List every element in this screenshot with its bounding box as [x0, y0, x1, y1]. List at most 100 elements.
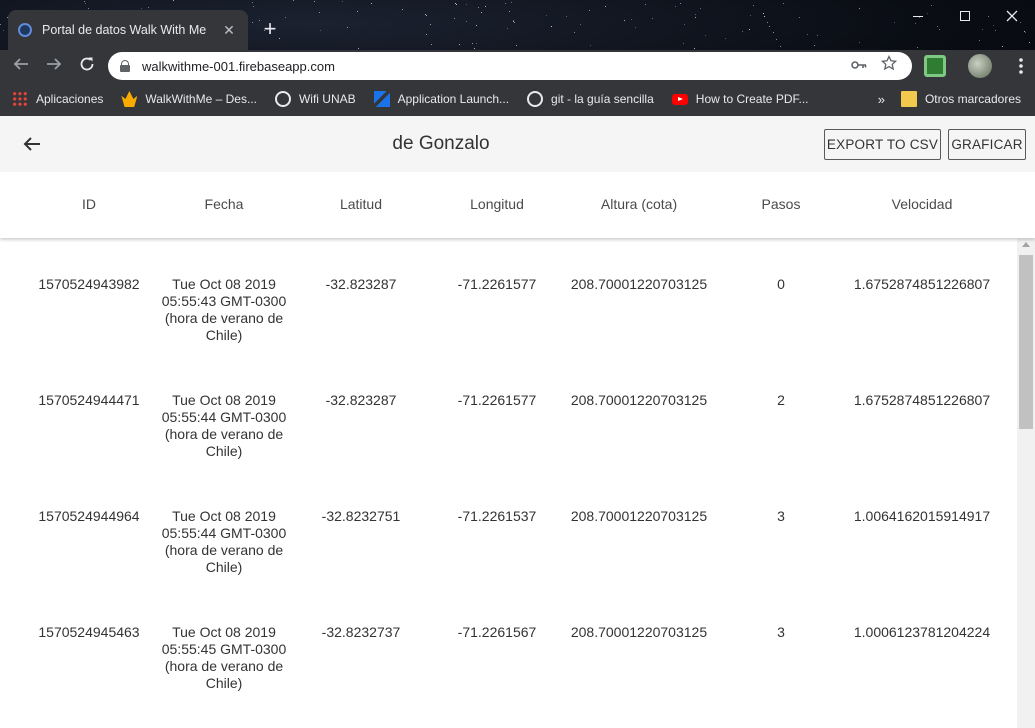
- star-decoration: [431, 44, 432, 45]
- star-decoration: [507, 28, 508, 29]
- graph-button[interactable]: GRAFICAR: [948, 129, 1026, 160]
- bookmark-item[interactable]: WalkWithMe – Des...: [121, 91, 257, 107]
- youtube-icon: [671, 93, 688, 105]
- bookmark-item[interactable]: Wifi UNAB: [274, 91, 356, 107]
- browser-reload-button[interactable]: [75, 54, 99, 78]
- cell-velocidad: 1.6752874851226807: [853, 392, 991, 408]
- cell-latitud: -32.8232751: [321, 508, 401, 524]
- window-close-button[interactable]: [990, 4, 1034, 28]
- star-decoration: [859, 8, 860, 9]
- star-icon[interactable]: [878, 54, 900, 77]
- maximize-icon: [960, 11, 970, 21]
- star-decoration: [580, 24, 581, 25]
- star-decoration: [1029, 42, 1030, 43]
- lock-icon: [120, 60, 130, 72]
- star-decoration: [750, 15, 751, 16]
- star-decoration: [0, 24, 1, 25]
- scrollbar-thumb[interactable]: [1019, 255, 1033, 429]
- star-decoration: [817, 35, 818, 36]
- column-header-fecha: Fecha: [204, 196, 244, 212]
- bookmark-item[interactable]: Aplicaciones: [12, 91, 103, 107]
- star-decoration: [173, 0, 174, 1]
- star-decoration: [635, 27, 636, 28]
- star-decoration: [814, 45, 815, 46]
- star-decoration: [566, 16, 567, 17]
- tab-close-icon[interactable]: ✕: [220, 21, 238, 39]
- cell-id: 1570524945463: [38, 624, 140, 640]
- new-tab-button[interactable]: +: [258, 18, 282, 42]
- star-decoration: [425, 14, 426, 15]
- cell-velocidad: 1.0064162015914917: [853, 508, 991, 524]
- browser-back-button[interactable]: [9, 54, 33, 78]
- bookmark-label: Application Launch...: [397, 92, 510, 106]
- star-decoration: [589, 10, 590, 11]
- vertical-scrollbar[interactable]: [1017, 238, 1035, 728]
- window-maximize-button[interactable]: [943, 4, 987, 28]
- browser-forward-button[interactable]: [42, 54, 66, 78]
- cell-pasos: 3: [777, 508, 785, 524]
- star-decoration: [476, 43, 477, 44]
- star-decoration: [347, 27, 348, 28]
- star-decoration: [1025, 32, 1026, 33]
- star-decoration: [516, 45, 517, 46]
- export-csv-button[interactable]: EXPORT TO CSV: [824, 129, 941, 160]
- address-bar[interactable]: walkwithme-001.firebaseapp.com: [108, 52, 912, 80]
- profile-avatar-icon[interactable]: [968, 54, 992, 78]
- star-decoration: [358, 48, 359, 49]
- star-decoration: [645, 4, 646, 5]
- bookmark-label: How to Create PDF...: [695, 92, 809, 106]
- other-bookmarks-folder[interactable]: Otros marcadores: [900, 91, 1021, 107]
- star-decoration: [1024, 31, 1025, 32]
- star-decoration: [807, 34, 808, 35]
- star-decoration: [675, 6, 676, 7]
- bookmark-item[interactable]: How to Create PDF...: [671, 92, 809, 106]
- star-decoration: [694, 48, 695, 49]
- reload-icon: [80, 57, 94, 71]
- bookmarks-overflow-button[interactable]: »: [878, 92, 885, 107]
- key-icon[interactable]: [848, 55, 870, 77]
- minimize-icon: [913, 15, 923, 17]
- window-minimize-button[interactable]: [896, 4, 940, 28]
- bookmark-item[interactable]: Application Launch...: [373, 91, 510, 107]
- table-row: 1570524944471 Tue Oct 08 2019 05:55:44 G…: [0, 354, 1016, 470]
- scroll-up-arrow-icon[interactable]: [1022, 242, 1030, 247]
- browser-menu-button[interactable]: [1011, 54, 1031, 78]
- star-decoration: [683, 43, 684, 44]
- address-url[interactable]: walkwithme-001.firebaseapp.com: [142, 59, 840, 74]
- star-decoration: [293, 0, 294, 1]
- apps-grid-icon: [12, 91, 28, 107]
- star-decoration: [783, 3, 784, 4]
- star-decoration: [474, 48, 475, 49]
- star-decoration: [917, 47, 918, 48]
- star-decoration: [769, 26, 770, 27]
- star-decoration: [982, 29, 983, 30]
- cell-fecha: Tue Oct 08 2019 05:55:44 GMT-0300 (hora …: [161, 508, 287, 575]
- cell-pasos: 3: [777, 624, 785, 640]
- column-header-altura: Altura (cota): [600, 196, 678, 212]
- star-decoration: [763, 13, 764, 14]
- star-decoration: [88, 8, 89, 9]
- star-decoration: [995, 30, 996, 31]
- star-decoration: [511, 2, 512, 3]
- bookmark-item[interactable]: git - la guía sencilla: [527, 91, 654, 107]
- browser-toolbar: walkwithme-001.firebaseapp.com: [0, 50, 1035, 82]
- star-decoration: [476, 25, 477, 26]
- star-decoration: [371, 3, 372, 4]
- cell-pasos: 0: [777, 276, 785, 292]
- star-decoration: [253, 6, 254, 7]
- table-header: ID Fecha Latitud Longitud Altura (cota) …: [0, 172, 1035, 238]
- cell-velocidad: 1.0006123781204224: [853, 624, 991, 640]
- close-icon: [1006, 10, 1018, 22]
- star-decoration: [776, 39, 777, 40]
- browser-tab[interactable]: Portal de datos Walk With Me ✕: [8, 10, 248, 50]
- star-decoration: [459, 44, 460, 45]
- star-decoration: [605, 6, 606, 7]
- column-header-longitud: Longitud: [470, 196, 524, 212]
- star-decoration: [485, 6, 486, 7]
- cell-id: 1570524944471: [38, 392, 140, 408]
- extension-icon[interactable]: [924, 55, 946, 77]
- cell-id: 1570524944964: [38, 508, 140, 524]
- column-header-latitud: Latitud: [339, 196, 383, 212]
- cell-fecha: Tue Oct 08 2019 05:55:44 GMT-0300 (hora …: [161, 392, 287, 459]
- star-decoration: [590, 45, 591, 46]
